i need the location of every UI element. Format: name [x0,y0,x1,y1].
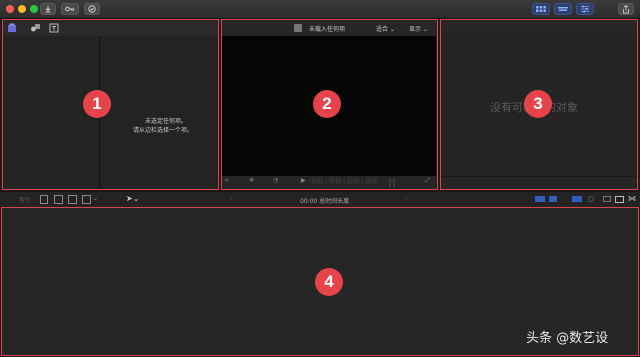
clip-appearance-icon[interactable] [603,196,611,202]
chevron-down-icon: ⌄ [421,26,428,33]
fullscreen-icon[interactable]: ⤢ [425,177,430,185]
clip-icon [294,24,302,32]
display-menu[interactable]: 显示 ⌄ [409,24,428,33]
titles-generators-tab[interactable] [48,22,60,34]
effects-browser-icon[interactable] [615,196,624,203]
close-window-button[interactable] [6,5,14,13]
inspector-footer [441,176,638,190]
insert-clip-icon[interactable] [54,195,63,204]
key-icon [65,6,75,12]
download-icon [45,6,51,13]
timeline-duration: 00:00 总时间长度 [300,198,350,205]
audio-meter-left [389,178,391,187]
browser-header [2,20,218,36]
libraries-tab[interactable] [6,22,18,34]
play-icon[interactable]: ▶ [301,177,306,184]
photos-audio-tab[interactable] [29,22,41,34]
fit-menu[interactable]: 适合 ⌄ [376,24,395,33]
minimize-window-button[interactable] [18,5,26,13]
show-timeline-toggle[interactable] [554,3,572,15]
transform-icon[interactable]: ✥ [249,177,254,184]
timeline-icon [558,7,568,11]
empty-line-1: 未选定任何项。 [144,118,187,125]
grid-icon [536,6,546,12]
snapping-icon[interactable] [588,196,594,202]
background-tasks-button[interactable] [84,3,100,15]
show-browser-toggle[interactable] [532,3,550,15]
inspector-header [441,20,638,34]
fit-label: 适合 [376,26,389,33]
callout-badge-2: 2 [313,90,341,118]
share-button[interactable] [618,3,634,15]
timecode-display: 00:00:00:00 [311,176,378,187]
viewer-header: 未载入任何项 适合 ⌄ 显示 ⌄ [221,20,437,36]
overwrite-clip-icon[interactable] [82,195,91,204]
crop-icon[interactable]: ⌗ [225,177,228,185]
skimming-icon[interactable] [549,196,557,202]
back-arrow-icon[interactable]: ‹ [230,195,232,202]
index-button[interactable]: 索引 [19,195,31,204]
select-tool-icon[interactable]: ➤⌄ [126,194,139,203]
share-icon [623,4,629,13]
empty-line-2: 请从边栏选择一个项。 [132,127,193,134]
callout-badge-4: 4 [315,268,343,296]
chevron-down-icon[interactable]: ⌄ [93,195,98,202]
film-library-icon [8,23,16,32]
chevron-down-icon: ⌄ [388,26,395,33]
callout-badge-1: 1 [83,90,111,118]
solo-icon[interactable] [572,196,582,202]
audio-meter-right [393,178,395,187]
title-bar [0,0,640,19]
transitions-browser-icon[interactable]: ⋈ [628,194,636,203]
titles-icon [49,23,59,33]
check-circle-icon [88,5,96,13]
viewer-status: 未载入任何项 [309,26,346,33]
speed-icon[interactable]: ◔ [273,177,278,184]
sliders-icon [581,5,589,13]
watermark-text: 头条 @数艺设 [526,331,609,346]
audio-skimming-icon[interactable] [535,196,545,202]
display-label: 显示 [409,26,422,33]
import-button[interactable] [40,3,56,15]
browser-empty-message: 未选定任何项。 请从边栏选择一个项。 [133,117,196,135]
forward-arrow-icon[interactable]: › [405,195,407,202]
append-clip-icon[interactable] [68,195,77,204]
show-inspector-toggle[interactable] [576,3,594,15]
zoom-window-button[interactable] [30,5,38,13]
connect-clip-icon[interactable] [40,195,48,204]
media-icon [30,24,40,32]
viewer-controls: ⌗ ✥ ◔ ▶ 00:00:00:00 ⤢ [221,176,437,189]
timeline-toolbar: 索引 ⌄ ➤⌄ ‹ 00:00 总时间长度 › ⋈ [0,191,640,208]
keywords-button[interactable] [61,3,79,15]
callout-badge-3: 3 [524,90,552,118]
